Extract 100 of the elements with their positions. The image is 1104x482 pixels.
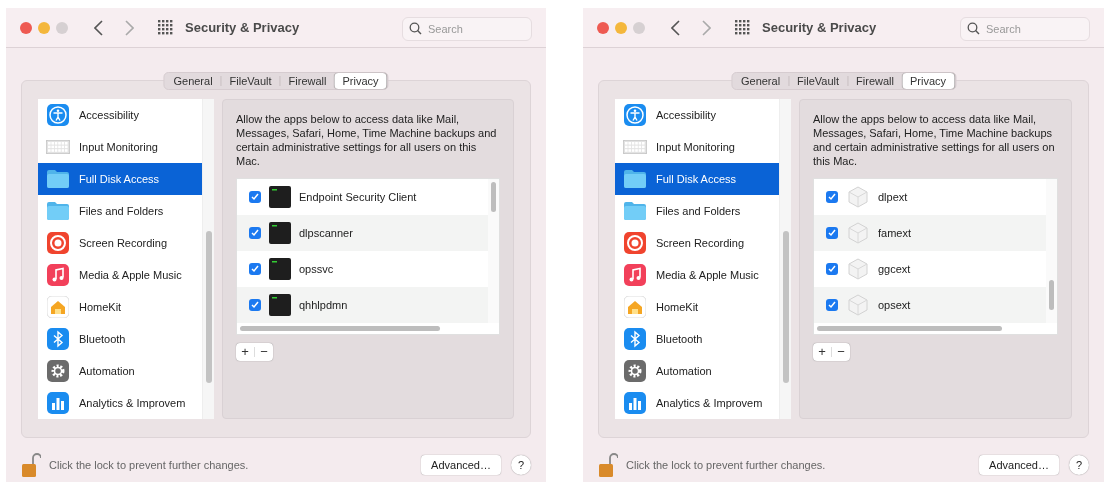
minimize-button[interactable] — [38, 21, 50, 34]
bluetooth-icon — [47, 328, 69, 350]
category-item[interactable]: Automation — [615, 355, 779, 387]
forward-icon[interactable] — [702, 19, 711, 36]
category-item[interactable]: Full Disk Access — [38, 163, 202, 195]
tab[interactable]: FileVault — [789, 73, 848, 89]
scrollbar[interactable] — [202, 99, 214, 419]
tab[interactable]: General — [165, 73, 221, 89]
description-text: Allow the apps below to access data like Mail, Messages, Safari, Home, Time Machine backups and certain administrative settings for all users on this Mac. — [813, 112, 1056, 168]
app-row[interactable]: qhhlpdmn — [237, 287, 488, 323]
terminal-icon — [269, 186, 291, 208]
checkbox[interactable] — [249, 263, 261, 275]
house-icon — [47, 296, 69, 318]
search-icon — [967, 21, 980, 35]
padlock-icon[interactable] — [598, 452, 618, 478]
checkmark-icon — [828, 193, 836, 201]
help-button[interactable]: ? — [1069, 455, 1089, 475]
tab[interactable]: FileVault — [221, 73, 280, 89]
lock-hint: Click the lock to prevent further changes. — [626, 457, 826, 473]
category-item[interactable]: Input Monitoring — [38, 131, 202, 163]
category-item[interactable]: Bluetooth — [38, 323, 202, 355]
cube-icon — [846, 221, 870, 245]
category-item[interactable]: Accessibility — [615, 99, 779, 131]
tab[interactable]: Privacy — [902, 73, 955, 89]
category-item[interactable]: Media & Apple Music — [38, 259, 202, 291]
window-title: Security & Privacy — [762, 18, 877, 37]
app-row[interactable]: dlpscanner — [237, 215, 488, 251]
remove-button[interactable]: − — [255, 343, 273, 361]
category-item[interactable]: Media & Apple Music — [615, 259, 779, 291]
app-row[interactable]: famext — [814, 215, 1046, 251]
minimize-button[interactable] — [615, 21, 627, 34]
help-button[interactable]: ? — [511, 455, 531, 475]
house-icon — [624, 296, 646, 318]
search-field[interactable]: Search — [960, 16, 1090, 41]
grid-icon[interactable] — [158, 20, 173, 35]
category-item[interactable]: Files and Folders — [615, 195, 779, 227]
add-button[interactable]: + — [236, 343, 254, 361]
app-name: opssvc — [299, 261, 334, 277]
tab[interactable]: Firewall — [848, 73, 902, 89]
back-icon[interactable] — [671, 19, 680, 36]
checkbox[interactable] — [826, 191, 838, 203]
category-item[interactable]: Accessibility — [38, 99, 202, 131]
gear-icon — [47, 360, 69, 382]
checkbox[interactable] — [249, 191, 261, 203]
advanced-button[interactable]: Advanced… — [421, 455, 501, 475]
category-item[interactable]: Input Monitoring — [615, 131, 779, 163]
cube-icon — [846, 293, 870, 317]
description-text: Allow the apps below to access data like Mail, Messages, Safari, Home, Time Machine backups and certain administrative settings for all users on this Mac. — [236, 112, 498, 168]
search-icon — [409, 21, 422, 35]
app-name: opsext — [878, 297, 911, 313]
cube-icon — [846, 257, 870, 281]
checkmark-icon — [828, 229, 836, 237]
app-row[interactable]: opsext — [814, 287, 1046, 323]
tab[interactable]: General — [732, 73, 789, 89]
record-icon — [47, 232, 69, 254]
checkbox[interactable] — [826, 263, 838, 275]
bar-chart-icon — [624, 392, 646, 414]
terminal-icon — [269, 222, 291, 244]
close-button[interactable] — [20, 21, 32, 34]
category-item[interactable]: Automation — [38, 355, 202, 387]
app-name: dlpscanner — [299, 225, 353, 241]
accessibility-icon — [624, 104, 646, 126]
scrollbar[interactable] — [488, 179, 499, 323]
back-icon[interactable] — [94, 19, 103, 36]
category-item[interactable]: HomeKit — [615, 291, 779, 323]
close-button[interactable] — [597, 21, 609, 34]
forward-icon[interactable] — [125, 19, 134, 36]
app-name: dlpext — [878, 189, 908, 205]
app-name: qhhlpdmn — [299, 297, 348, 313]
scrollbar[interactable] — [1046, 179, 1057, 323]
category-item[interactable]: Analytics & Improvem — [615, 387, 779, 419]
tab[interactable]: Firewall — [280, 73, 335, 89]
keyboard-icon — [623, 140, 647, 154]
search-field[interactable]: Search — [402, 16, 532, 41]
category-item[interactable]: Analytics & Improvem — [38, 387, 202, 419]
advanced-button[interactable]: Advanced… — [979, 455, 1059, 475]
lock-hint: Click the lock to prevent further changes. — [49, 457, 249, 473]
checkbox[interactable] — [249, 299, 261, 311]
scrollbar[interactable] — [779, 99, 791, 419]
music-note-icon — [47, 264, 69, 286]
category-item[interactable]: Files and Folders — [38, 195, 202, 227]
add-button[interactable]: + — [813, 343, 831, 361]
terminal-icon — [269, 258, 291, 280]
checkbox[interactable] — [826, 227, 838, 239]
category-item[interactable]: Full Disk Access — [615, 163, 779, 195]
music-note-icon — [624, 264, 646, 286]
terminal-icon — [269, 294, 291, 316]
remove-button[interactable]: − — [832, 343, 850, 361]
checkbox[interactable] — [249, 227, 261, 239]
tab[interactable]: Privacy — [334, 73, 387, 89]
checkmark-icon — [828, 265, 836, 273]
category-item[interactable]: Bluetooth — [615, 323, 779, 355]
category-item[interactable]: Screen Recording — [38, 227, 202, 259]
category-item[interactable]: HomeKit — [38, 291, 202, 323]
checkbox[interactable] — [826, 299, 838, 311]
padlock-icon[interactable] — [21, 452, 41, 478]
category-item[interactable]: Screen Recording — [615, 227, 779, 259]
bluetooth-icon — [624, 328, 646, 350]
grid-icon[interactable] — [735, 20, 750, 35]
checkmark-icon — [251, 193, 259, 201]
